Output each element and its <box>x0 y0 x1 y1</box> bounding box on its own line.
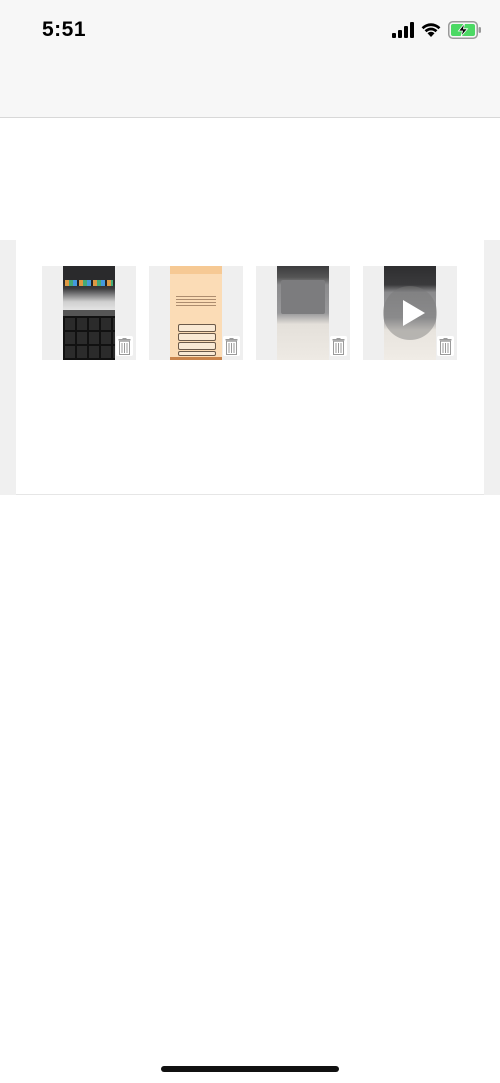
trash-icon <box>332 337 345 355</box>
navigation-bar <box>0 60 500 118</box>
delete-button[interactable] <box>223 336 240 356</box>
photo-detail <box>178 351 216 356</box>
photo-detail <box>178 342 216 350</box>
gallery-item[interactable] <box>256 266 350 360</box>
status-time: 5:51 <box>42 18 87 41</box>
trash-icon <box>118 337 131 355</box>
gallery-item[interactable] <box>149 266 243 360</box>
media-gallery-page[interactable] <box>16 240 484 495</box>
play-icon[interactable] <box>383 286 437 340</box>
trash-icon <box>439 337 452 355</box>
gallery-item[interactable] <box>42 266 136 360</box>
photo-detail <box>178 324 216 332</box>
photo-thumbnail[interactable] <box>170 266 222 360</box>
signal-icon <box>392 22 414 38</box>
photo-detail <box>178 333 216 341</box>
thumbnail-row <box>42 266 462 360</box>
home-indicator[interactable] <box>161 1066 339 1072</box>
delete-button[interactable] <box>116 336 133 356</box>
photo-detail <box>170 266 222 274</box>
delete-button[interactable] <box>330 336 347 356</box>
photo-thumbnail[interactable] <box>63 266 115 360</box>
photo-thumbnail[interactable] <box>277 266 329 360</box>
photo-detail <box>176 296 216 308</box>
photo-detail <box>65 280 113 286</box>
photo-detail <box>63 316 115 360</box>
photo-detail <box>281 280 325 314</box>
battery-charging-icon <box>448 21 481 39</box>
status-bar: 5:51 <box>0 0 500 60</box>
trash-icon <box>225 337 238 355</box>
wifi-icon <box>421 23 441 37</box>
delete-button[interactable] <box>437 336 454 356</box>
gallery-item[interactable] <box>363 266 457 360</box>
photo-detail <box>170 357 222 360</box>
